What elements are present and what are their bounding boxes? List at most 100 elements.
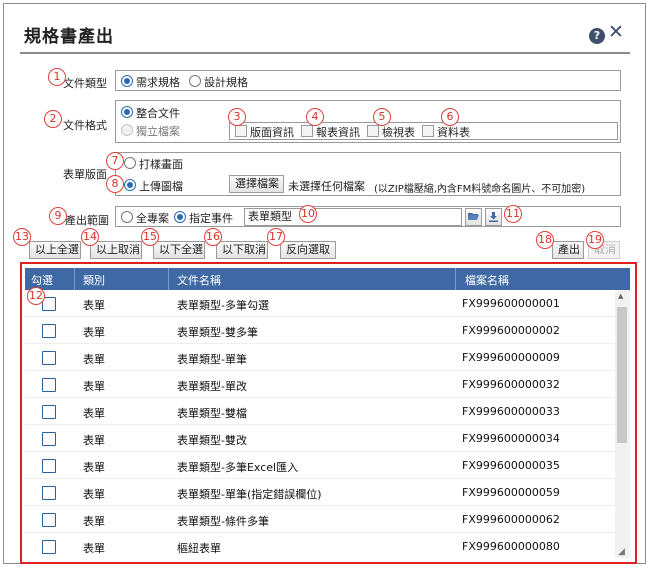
choose-file-button[interactable]: 選擇檔案 [229, 175, 284, 193]
checkbox-view-table[interactable] [367, 125, 379, 137]
form-layout-radio-mockup[interactable] [124, 157, 136, 169]
row-file-name: FX999600000009 [462, 351, 560, 364]
row-doc-name: 表單類型-雙多筆 [177, 326, 258, 339]
checkbox-data-table[interactable] [422, 125, 434, 137]
download-icon[interactable] [485, 208, 502, 226]
header-file-name[interactable]: 檔案名稱 [465, 272, 509, 288]
row-category: 表單 [83, 434, 105, 447]
callout-badge-17: 17 [267, 228, 285, 246]
row-checkbox[interactable] [42, 432, 56, 446]
table-row[interactable]: 表單 表單類型-條件多筆 FX999600000062 [25, 506, 615, 533]
row-doc-name: 表單類型-單筆(指定錯誤欄位) [177, 488, 322, 501]
table-row[interactable]: 表單 表單類型-多筆Excel匯入 FX999600000035 [25, 452, 615, 479]
row-checkbox[interactable] [42, 378, 56, 392]
close-icon[interactable]: ✕ [608, 22, 624, 42]
callout-badge-6: 6 [441, 108, 459, 126]
spec-export-dialog: 規格書產出 ? ✕ 1 文件類型 需求規格 設計規格 2 文件格式 整合文件 獨… [3, 3, 646, 564]
doc-type-radio-design[interactable] [189, 75, 201, 87]
row-category: 表單 [83, 380, 105, 393]
form-layout-radio-upload[interactable] [124, 179, 136, 191]
table-row[interactable]: 表單 表單類型-雙多筆 FX999600000002 [25, 317, 615, 344]
row-doc-name: 表單類型-雙改 [177, 434, 247, 447]
table-row[interactable]: 表單 表單類型-雙改 FX999600000034 [25, 425, 615, 452]
grid-scrollbar-thumb[interactable] [617, 307, 627, 443]
checkbox-report-info[interactable] [301, 125, 313, 137]
row-category: 表單 [83, 488, 105, 501]
export-button[interactable]: 產出 [552, 241, 584, 259]
invert-selection-button[interactable]: 反向選取 [280, 241, 336, 259]
doc-format-option-integrated[interactable]: 整合文件 [136, 105, 180, 121]
callout-badge-2: 2 [44, 110, 62, 128]
callout-badge-4: 4 [306, 108, 324, 126]
document-grid-body: 表單 表單類型-多筆勾選 FX999600000001 表單 表單類型-雙多筆 FX999… [25, 290, 615, 558]
callout-badge-9: 9 [49, 207, 67, 225]
callout-badge-7: 7 [106, 152, 124, 170]
doc-format-radio-standalone[interactable] [121, 124, 133, 136]
row-doc-name: 樞紐表單 [177, 542, 221, 555]
table-row[interactable]: 表單 表單類型-雙檔 FX999600000033 [25, 398, 615, 425]
row-checkbox[interactable] [42, 324, 56, 338]
deselect-above-button[interactable]: 以上取消 [90, 241, 142, 259]
dialog-title: 規格書產出 [24, 27, 114, 47]
row-file-name: FX999600000080 [462, 540, 560, 553]
row-file-name: FX999600000035 [462, 459, 560, 472]
table-row[interactable]: 表單 表單類型-單筆 FX999600000009 [25, 344, 615, 371]
callout-badge-16: 16 [204, 228, 222, 246]
callout-badge-14: 14 [81, 228, 99, 246]
row-doc-name: 表單類型-單改 [177, 380, 247, 393]
row-checkbox[interactable] [42, 540, 56, 554]
row-checkbox[interactable] [42, 486, 56, 500]
row-checkbox[interactable] [42, 513, 56, 527]
row-checkbox[interactable] [42, 459, 56, 473]
doc-format-option-standalone[interactable]: 獨立檔案 [136, 123, 180, 139]
row-doc-name: 表單類型-單筆 [177, 353, 247, 366]
resize-grip-icon[interactable]: ◢ [618, 547, 625, 557]
table-row[interactable]: 表單 表單類型-單筆(指定錯誤欄位) FX999600000059 [25, 479, 615, 506]
row-category: 表單 [83, 542, 105, 555]
row-file-name: FX999600000001 [462, 297, 560, 310]
header-doc-name[interactable]: 文件名稱 [177, 272, 221, 288]
row-category: 表單 [83, 299, 105, 312]
form-layout-option-mockup[interactable]: 打樣畫面 [139, 156, 183, 172]
table-row[interactable]: 表單 表單類型-單改 FX999600000032 [25, 371, 615, 398]
callout-badge-5: 5 [373, 108, 391, 126]
doc-type-radio-requirement[interactable] [121, 75, 133, 87]
folder-open-icon[interactable] [465, 208, 482, 226]
table-row[interactable]: 表單 表單類型-多筆勾選 FX999600000001 [25, 290, 615, 317]
row-doc-name: 表單類型-多筆Excel匯入 [177, 461, 299, 474]
select-all-below-button[interactable]: 以下全選 [153, 241, 205, 259]
grid-header-row: 勾選 類別 文件名稱 檔案名稱 [25, 268, 630, 290]
doc-type-option-requirement[interactable]: 需求規格 [136, 74, 180, 90]
doc-format-radio-integrated[interactable] [121, 106, 133, 118]
callout-badge-8: 8 [106, 175, 124, 193]
output-scope-radio-event[interactable] [174, 211, 186, 223]
data-table-label[interactable]: 資料表 [437, 124, 470, 140]
row-category: 表單 [83, 407, 105, 420]
doc-type-option-design[interactable]: 設計規格 [204, 74, 248, 90]
output-scope-radio-all[interactable] [121, 211, 133, 223]
output-scope-label: 產出範圍 [65, 214, 109, 227]
view-table-label[interactable]: 檢視表 [382, 124, 415, 140]
deselect-below-button[interactable]: 以下取消 [216, 241, 268, 259]
header-category[interactable]: 類別 [83, 272, 105, 288]
row-doc-name: 表單類型-雙檔 [177, 407, 247, 420]
callout-badge-12: 12 [27, 287, 45, 305]
row-checkbox[interactable] [42, 405, 56, 419]
header-select[interactable]: 勾選 [31, 272, 53, 288]
callout-badge-11: 11 [504, 205, 522, 223]
callout-badge-15: 15 [141, 228, 159, 246]
output-scope-option-all[interactable]: 全專案 [136, 210, 169, 226]
layout-info-label[interactable]: 版面資訊 [250, 124, 294, 140]
doc-type-label: 文件類型 [63, 77, 107, 90]
help-icon[interactable]: ? [589, 28, 605, 44]
report-info-label[interactable]: 報表資訊 [316, 124, 360, 140]
no-file-selected-text: 未選擇任何檔案 [288, 180, 365, 193]
form-layout-option-upload[interactable]: 上傳圖檔 [139, 178, 183, 194]
select-all-above-button[interactable]: 以上全選 [29, 241, 81, 259]
event-search-input[interactable]: 表單類型 [244, 208, 462, 226]
table-row[interactable]: 表單 樞紐表單 FX999600000080 [25, 533, 615, 558]
output-scope-option-event[interactable]: 指定事件 [189, 210, 233, 226]
row-checkbox[interactable] [42, 351, 56, 365]
checkbox-layout-info[interactable] [235, 125, 247, 137]
scroll-up-icon[interactable]: ▲ [618, 292, 623, 300]
